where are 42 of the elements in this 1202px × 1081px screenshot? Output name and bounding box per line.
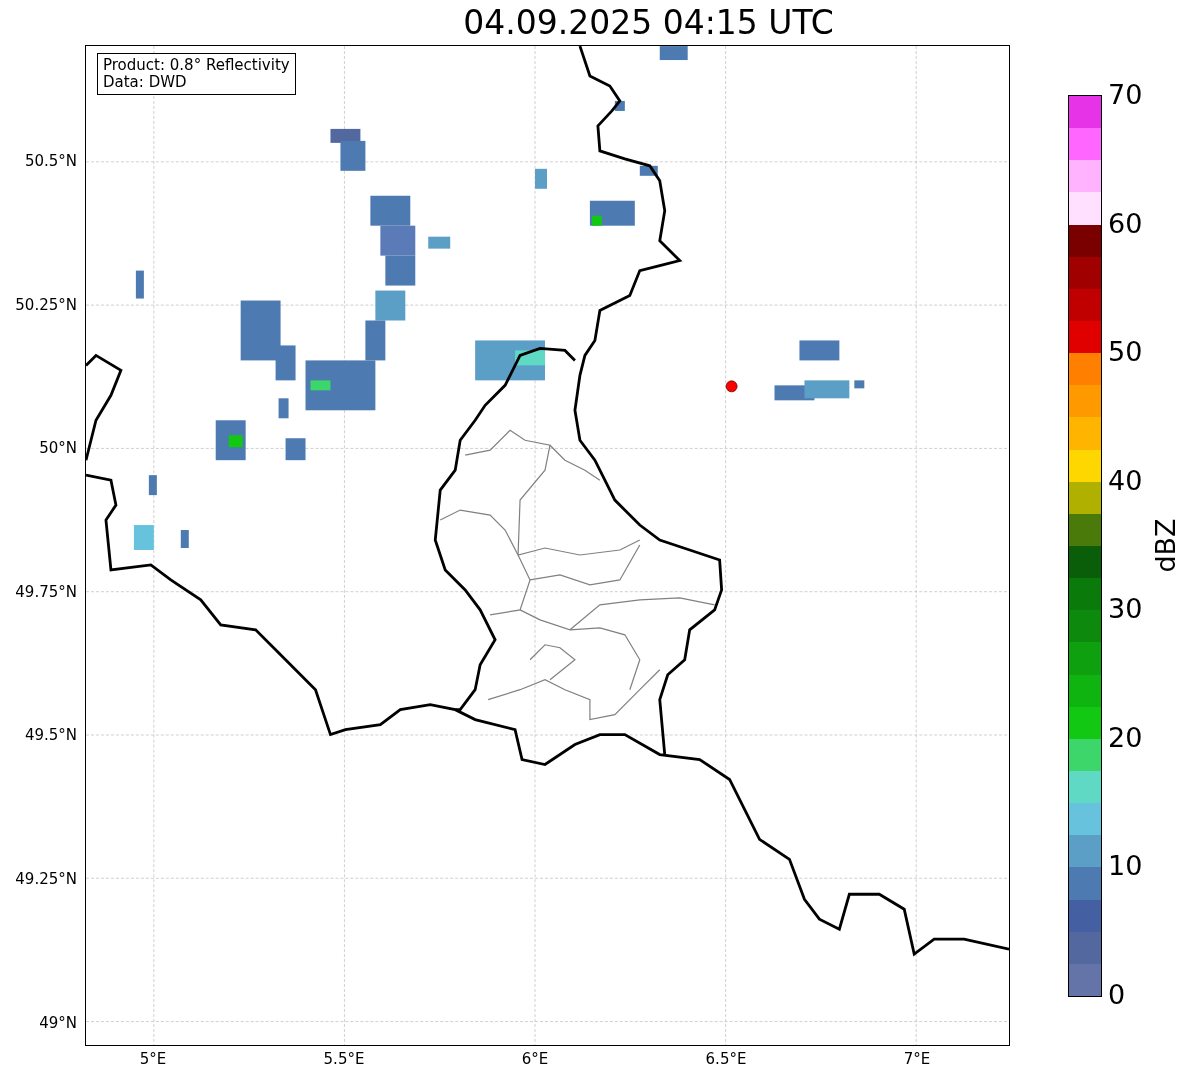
colorbar-tick-label: 50 — [1108, 336, 1143, 369]
latitude-label: 49.75°N — [15, 582, 77, 601]
radar-echo — [659, 46, 688, 61]
latitude-label: 50.25°N — [15, 295, 77, 314]
radar-echo — [370, 195, 411, 226]
colorbar-tick-label: 70 — [1108, 79, 1143, 111]
colorbar-tick-label: 10 — [1108, 850, 1143, 883]
radar-echo — [535, 168, 547, 189]
radar-echo — [180, 530, 189, 548]
radar-echo — [428, 236, 451, 249]
longitude-label: 6.5°E — [705, 1050, 747, 1068]
radar-echo — [639, 165, 658, 176]
radar-echo — [804, 380, 850, 399]
radar-echo — [799, 340, 840, 361]
colorbar-tick-label: 40 — [1108, 464, 1143, 497]
longitude-label: 7°E — [903, 1050, 931, 1068]
latitude-label: 49.5°N — [24, 726, 77, 745]
radar-echo — [148, 475, 157, 496]
latitude-label: 50.5°N — [24, 152, 77, 170]
colorbar-tick-label: 60 — [1108, 207, 1143, 240]
colorbar-tick-label: 20 — [1108, 721, 1143, 754]
colorbar-tick-label: 30 — [1108, 593, 1143, 626]
latitude-label: 49°N — [39, 1013, 77, 1032]
radar-echo — [278, 398, 289, 419]
radar-echo — [133, 525, 154, 550]
location-marker — [725, 380, 738, 393]
info-text: Data: DWD — [103, 74, 188, 91]
radar-echo — [854, 380, 865, 389]
latitude-label: 49.25°N — [15, 870, 77, 888]
radar-echo — [614, 100, 625, 111]
radar-echo — [135, 270, 144, 299]
longitude-label: 5.5°E — [323, 1050, 365, 1068]
radar-echo — [380, 225, 416, 256]
longitude-label: 5°E — [139, 1050, 167, 1068]
chart-title: 04.09.2025 04:15 UTC — [463, 2, 834, 44]
colorbar-tick-label: 0 — [1108, 979, 1126, 1011]
radar-echo — [285, 438, 306, 461]
longitude-label: 6°E — [521, 1050, 549, 1068]
colorbar-label: dBZ — [1149, 517, 1181, 573]
info-text: Product: 0.8° Reflectivity — [103, 57, 290, 74]
radar-echo — [385, 255, 416, 286]
latitude-label: 50°N — [39, 439, 77, 458]
